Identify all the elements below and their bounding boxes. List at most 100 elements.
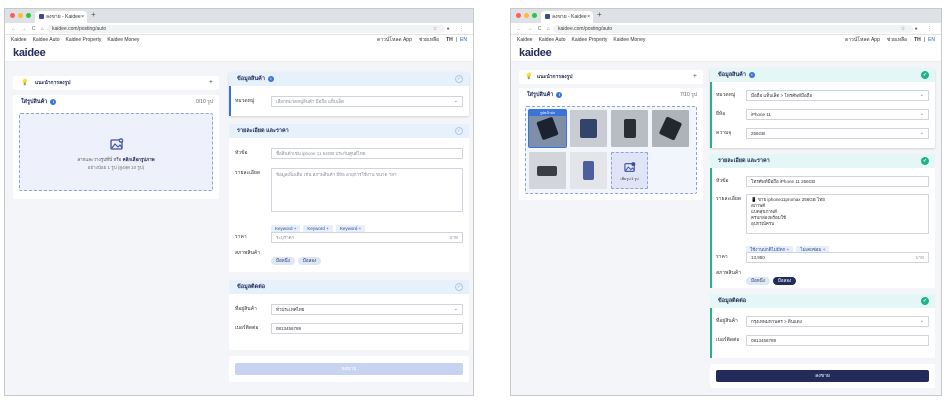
location-row: ที่อยู่สินค้า ทั่วประเทศไทย ⌄ (235, 304, 463, 315)
capacity-row: ความจุ 256GB ⌄ (716, 128, 929, 139)
photo-thumb[interactable]: รูปหน้าปก (528, 109, 567, 148)
close-tab-icon[interactable]: × (587, 11, 590, 23)
photo-section-header: ใส่รูปสินค้า i 0/10 รูป (13, 95, 219, 109)
new-tab-button[interactable]: + (91, 10, 96, 19)
info-icon[interactable]: i (267, 75, 274, 82)
help-link[interactable]: ช่วยเหลือ (887, 35, 907, 46)
photo-section-title: ใส่รูปสินค้า (21, 99, 48, 105)
browser-actions-icon[interactable]: ☆ ● ⋮ (901, 23, 936, 35)
dropzone-text: ลากและวางรูปที่นี่ หรือ คลิกเลือกรูปภาพ (20, 156, 212, 163)
title-row: หัวข้อ ชื่อสินค้าเช่น iphone 11 64GB ประ… (235, 148, 463, 159)
lang-separator: | (455, 37, 458, 43)
photo-thumb[interactable] (570, 110, 607, 147)
lang-en[interactable]: EN (460, 35, 467, 46)
step-check-icon: ✓ (921, 157, 929, 165)
submit-button-disabled[interactable]: ลงขาย (235, 363, 463, 375)
photo-dropzone[interactable]: ลากและวางรูปที่นี่ หรือ คลิกเลือกรูปภาพ … (19, 113, 213, 191)
select-photo-link[interactable]: คลิกเลือกรูปภาพ (123, 157, 155, 162)
title-input[interactable]: โทรศัพท์มือถือ iPhone 11 256GB (746, 176, 929, 187)
location-value: กรุงเทพมหานคร > ดินแดง (751, 319, 802, 324)
new-tab-button[interactable]: + (597, 10, 602, 19)
nav-arrows-icon[interactable]: ← → C ⌂ (517, 23, 552, 35)
capacity-select[interactable]: 256GB ⌄ (746, 128, 929, 139)
phone-input[interactable]: 0813456789 (746, 335, 929, 346)
category-label: หมวดหมู่ (235, 98, 255, 104)
download-app-link[interactable]: ดาวน์โหลด App (845, 35, 880, 46)
photo-tips-card[interactable]: 💡 แนะนำการลงรูป + (13, 76, 219, 90)
cover-badge: รูปหน้าปก (529, 110, 566, 116)
photo-thumb[interactable] (570, 152, 607, 189)
add-icon: + (358, 226, 362, 231)
product-info-header: ข้อมูลสินค้า i ✓ (710, 68, 935, 82)
url-input[interactable]: kaidee.com/posting/auto (553, 25, 913, 33)
price-input[interactable]: ระบุราคา บาท (271, 232, 463, 243)
window-controls[interactable] (516, 13, 537, 18)
nav-kaidee[interactable]: Kaidee (11, 35, 27, 46)
expand-icon[interactable]: + (209, 76, 213, 90)
browser-tab[interactable]: ลงขาย - Kaidee × (541, 11, 593, 23)
condition-used-option[interactable]: มือสอง (297, 257, 322, 265)
lang-en[interactable]: EN (928, 35, 935, 46)
photo-grid: รูปหน้าปก เพิ่มรูป 3 รูป (525, 106, 697, 194)
nav-kaidee-auto[interactable]: Kaidee Auto (33, 35, 60, 46)
nav-kaidee-property[interactable]: Kaidee Property (572, 35, 608, 46)
description-textarea[interactable]: ข้อมูลเพิ่มเติม เช่น สภาพสินค้า ยี่ห้อ อ… (271, 168, 463, 212)
description-label: รายละเอียด (235, 170, 261, 176)
phone-row: เบอร์ติดต่อ 0813456789 (235, 323, 463, 334)
price-value: 13,950 (751, 255, 765, 260)
posting-page: 💡 แนะนำการลงรูป + ใส่รูปสินค้า i 0/10 รูป… (5, 62, 473, 395)
condition-new-option[interactable]: มือหนึ่ง (271, 257, 295, 265)
nav-kaidee-money[interactable]: Kaidee Money (107, 35, 139, 46)
photo-tips-card[interactable]: 💡 แนะนำการลงรูป + (519, 70, 703, 84)
info-icon[interactable]: i (50, 98, 57, 105)
nav-kaidee-auto[interactable]: Kaidee Auto (539, 35, 566, 46)
kaidee-logo[interactable]: kaidee (13, 47, 46, 59)
lang-th[interactable]: TH (446, 35, 453, 46)
nav-arrows-icon[interactable]: ← → C ⌂ (11, 23, 46, 35)
nav-kaidee-property[interactable]: Kaidee Property (66, 35, 102, 46)
contact-header: ข้อมูลติดต่อ ✓ (229, 280, 469, 294)
url-input[interactable]: kaidee.com/posting/auto (47, 25, 445, 33)
brand-select[interactable]: iPhone 11 ⌄ (746, 109, 929, 120)
nav-kaidee-money[interactable]: Kaidee Money (613, 35, 645, 46)
submit-button[interactable]: ลงขาย (716, 370, 929, 382)
location-select[interactable]: กรุงเทพมหานคร > ดินแดง ⌄ (746, 316, 929, 327)
location-select[interactable]: ทั่วประเทศไทย ⌄ (271, 304, 463, 315)
category-row: หมวดหมู่ เลือกหมวดหมู่สินค้า มือถือ แท็บ… (235, 96, 463, 107)
photo-thumb[interactable] (611, 110, 648, 147)
description-textarea[interactable]: 📱 ขาย iphone11promax 256GB ไทย สภาพดี แบ… (746, 194, 929, 234)
browser-actions-icon[interactable]: ☆ ● ⋮ (433, 23, 468, 35)
condition-row: สภาพสินค้า มือหนึ่ง มือสอง (716, 269, 928, 285)
photo-thumb[interactable] (652, 110, 689, 147)
download-app-link[interactable]: ดาวน์โหลด App (377, 35, 412, 46)
window-controls[interactable] (10, 13, 31, 18)
address-bar: ← → C ⌂ kaidee.com/posting/auto ☆ ● ⋮ (5, 23, 473, 35)
price-label: ราคา (235, 234, 247, 240)
close-tab-icon[interactable]: × (81, 11, 84, 23)
kaidee-favicon (39, 14, 44, 20)
nav-kaidee[interactable]: Kaidee (517, 35, 533, 46)
add-photo-label: เพิ่มรูป 3 รูป (620, 177, 639, 181)
title-input[interactable]: ชื่อสินค้าเช่น iphone 11 64GB ประกันศูนย… (271, 148, 463, 159)
condition-new-option[interactable]: มือหนึ่ง (746, 277, 770, 285)
condition-used-option-selected[interactable]: มือสอง (772, 277, 797, 285)
add-photo-slot[interactable]: เพิ่มรูป 3 รูป (611, 152, 648, 189)
browser-tab[interactable]: ลงขาย - Kaidee × (35, 11, 87, 23)
info-icon[interactable]: i (748, 71, 755, 78)
contact-title: ข้อมูลติดต่อ (718, 298, 747, 304)
category-select[interactable]: มือถือ แท็บเล็ต > โทรศัพท์มือถือ ⌄ (746, 90, 929, 101)
expand-icon[interactable]: + (693, 70, 697, 84)
step-check-icon: ✓ (455, 75, 463, 83)
dropzone-hint: อย่างน้อย 1 รูป (สูงสุด 10 รูป) (87, 165, 145, 170)
photo-thumb[interactable] (529, 152, 566, 189)
kaidee-logo[interactable]: kaidee (519, 47, 552, 59)
info-icon[interactable]: i (556, 91, 563, 98)
phone-input[interactable]: 0813456789 (271, 323, 463, 334)
tab-title: ลงขาย - Kaidee (46, 14, 81, 20)
help-link[interactable]: ช่วยเหลือ (419, 35, 439, 46)
site-top-nav: Kaidee Kaidee Auto Kaidee Property Kaide… (511, 35, 941, 46)
price-input[interactable]: 13,950 บาท (746, 252, 929, 263)
category-select[interactable]: เลือกหมวดหมู่สินค้า มือถือ แท็บเล็ต ⌄ (271, 96, 463, 107)
category-value: มือถือ แท็บเล็ต > โทรศัพท์มือถือ (751, 93, 813, 98)
lang-th[interactable]: TH (914, 35, 921, 46)
